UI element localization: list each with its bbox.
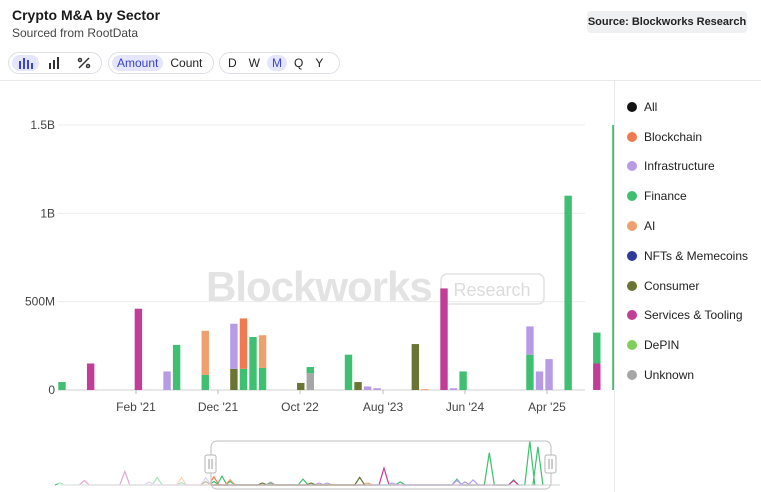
bar-segment[interactable] bbox=[593, 363, 601, 391]
legend-label: AI bbox=[644, 219, 656, 234]
watermark-tag: Research bbox=[453, 280, 530, 300]
legend-dot-icon bbox=[627, 250, 637, 261]
bar-segment[interactable] bbox=[163, 371, 171, 390]
bar-segment[interactable] bbox=[58, 382, 66, 390]
legend-label: NFTs & Memecoins bbox=[644, 248, 749, 263]
bar-segment[interactable] bbox=[249, 337, 257, 390]
bar-segment[interactable] bbox=[421, 389, 429, 391]
metric-amount[interactable]: Amount bbox=[112, 55, 164, 71]
x-tick-label: Feb '21 bbox=[116, 400, 156, 414]
legend-item[interactable]: DePIN bbox=[627, 330, 748, 360]
bar-segment[interactable] bbox=[201, 330, 209, 375]
bar-segment[interactable] bbox=[526, 354, 534, 390]
interval-year[interactable]: Y bbox=[310, 55, 328, 71]
y-tick-label: 1.5B bbox=[30, 118, 55, 132]
interval-month[interactable]: M bbox=[267, 55, 287, 71]
bar-segment[interactable] bbox=[449, 388, 458, 390]
legend-item[interactable]: Consumer bbox=[627, 271, 748, 301]
bar-segment[interactable] bbox=[354, 382, 362, 390]
interval-selector: D W M Q Y bbox=[219, 52, 340, 74]
interval-week[interactable]: W bbox=[244, 55, 265, 71]
interval-day[interactable]: D bbox=[223, 55, 242, 71]
legend-label: DePIN bbox=[644, 338, 680, 353]
bar-segment[interactable] bbox=[526, 326, 534, 355]
bar-chart-icon[interactable] bbox=[12, 55, 40, 71]
legend-item[interactable]: Unknown bbox=[627, 360, 748, 390]
legend-item[interactable]: All bbox=[627, 92, 748, 122]
y-tick-label: 1B bbox=[40, 206, 55, 220]
chart-area: Blockworks Research 0 500M 1B 1.5B Feb '21 De… bbox=[25, 118, 614, 414]
bar-segment[interactable] bbox=[86, 363, 95, 391]
bar-segment[interactable] bbox=[239, 318, 248, 369]
bar-segment[interactable] bbox=[545, 359, 553, 390]
legend-dot-icon bbox=[627, 221, 637, 232]
legend-item[interactable]: NFTs & Memecoins bbox=[627, 241, 748, 271]
bar-segment[interactable] bbox=[612, 125, 614, 390]
legend: All Blockchain Infrastructure Finance AI NFTs… bbox=[627, 92, 748, 390]
bar-segment[interactable] bbox=[373, 388, 381, 390]
legend-dot-icon bbox=[627, 191, 637, 202]
legend-item[interactable]: AI bbox=[627, 211, 748, 241]
source-button[interactable]: Source: Blockworks Research bbox=[587, 11, 747, 33]
bar-segment[interactable] bbox=[239, 368, 248, 390]
bar-segment[interactable] bbox=[134, 308, 143, 390]
legend-item[interactable]: Infrastructure bbox=[627, 152, 748, 182]
legend-label: Unknown bbox=[644, 368, 695, 383]
legend-dot-icon bbox=[627, 340, 637, 351]
bar-segment[interactable] bbox=[297, 382, 305, 390]
bar-segment[interactable] bbox=[306, 373, 314, 390]
percent-icon[interactable] bbox=[71, 55, 98, 71]
stacked-bar-icon[interactable] bbox=[41, 55, 68, 71]
bar-segment[interactable] bbox=[564, 195, 572, 390]
metric-count[interactable]: Count bbox=[165, 55, 207, 71]
chart-type-selector bbox=[8, 52, 102, 74]
bar-segment[interactable] bbox=[172, 344, 181, 390]
bar-segment[interactable] bbox=[593, 332, 601, 364]
y-tick-label: 0 bbox=[48, 383, 55, 397]
legend-item[interactable]: Services & Tooling bbox=[627, 301, 748, 331]
bar-segment[interactable] bbox=[230, 368, 238, 390]
bar-segment[interactable] bbox=[258, 335, 267, 368]
legend-label: All bbox=[644, 99, 658, 114]
x-tick-label: Dec '21 bbox=[198, 400, 239, 414]
x-tick-label: Jun '24 bbox=[446, 400, 485, 414]
x-tick-label: Aug '23 bbox=[363, 400, 404, 414]
legend-item[interactable]: Blockchain bbox=[627, 122, 748, 152]
x-tick-label: Apr '25 bbox=[528, 400, 566, 414]
y-tick-label: 500M bbox=[25, 295, 55, 309]
bar-segment[interactable] bbox=[306, 367, 314, 374]
legend-label: Services & Tooling bbox=[644, 308, 743, 323]
legend-dot-icon bbox=[627, 161, 637, 172]
chart-subtitle: Sourced from RootData bbox=[12, 26, 139, 40]
bar-segment[interactable] bbox=[230, 323, 238, 369]
legend-label: Finance bbox=[644, 189, 687, 204]
legend-label: Blockchain bbox=[644, 129, 703, 144]
bar-segment[interactable] bbox=[459, 371, 467, 390]
legend-dot-icon bbox=[627, 101, 637, 112]
watermark: Blockworks Research bbox=[206, 263, 545, 310]
watermark-brand: Blockworks bbox=[206, 263, 432, 310]
x-tick-label: Oct '22 bbox=[281, 400, 319, 414]
bar-segment[interactable] bbox=[363, 386, 372, 390]
legend-label: Consumer bbox=[644, 278, 700, 293]
legend-dot-icon bbox=[627, 280, 637, 291]
chart-title: Crypto M&A by Sector bbox=[12, 7, 161, 23]
interval-quarter[interactable]: Q bbox=[289, 55, 308, 71]
bar-segment[interactable] bbox=[411, 344, 420, 390]
bar-segment[interactable] bbox=[440, 288, 448, 390]
bar-segment[interactable] bbox=[258, 367, 267, 390]
legend-divider bbox=[614, 81, 615, 492]
legend-dot-icon bbox=[627, 310, 637, 321]
legend-dot-icon bbox=[627, 131, 637, 142]
metric-selector: Amount Count bbox=[108, 52, 214, 74]
legend-item[interactable]: Finance bbox=[627, 181, 748, 211]
legend-dot-icon bbox=[627, 370, 637, 381]
bar-segment[interactable] bbox=[344, 354, 353, 390]
bar-segment[interactable] bbox=[201, 374, 209, 390]
bar-segment[interactable] bbox=[535, 371, 544, 390]
legend-label: Infrastructure bbox=[644, 159, 715, 174]
